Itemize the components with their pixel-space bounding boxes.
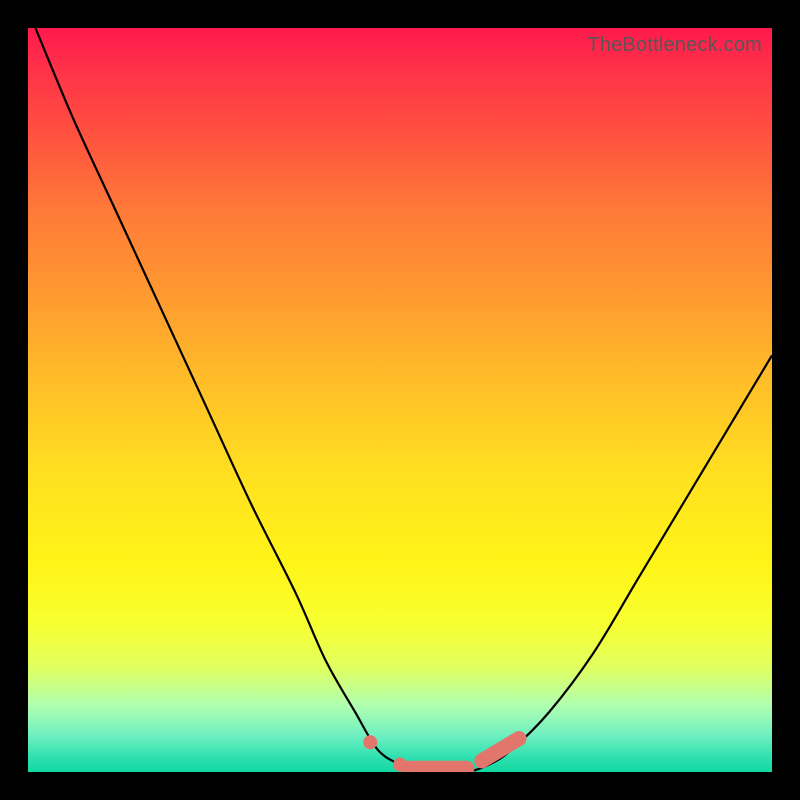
plot-area: TheBottleneck.com bbox=[28, 28, 772, 772]
marker-group bbox=[363, 735, 519, 771]
marker-dot bbox=[363, 735, 377, 749]
chart-svg bbox=[28, 28, 772, 772]
bottleneck-curve bbox=[35, 28, 772, 772]
chart-frame: TheBottleneck.com bbox=[0, 0, 800, 800]
marker-pill bbox=[482, 739, 519, 761]
